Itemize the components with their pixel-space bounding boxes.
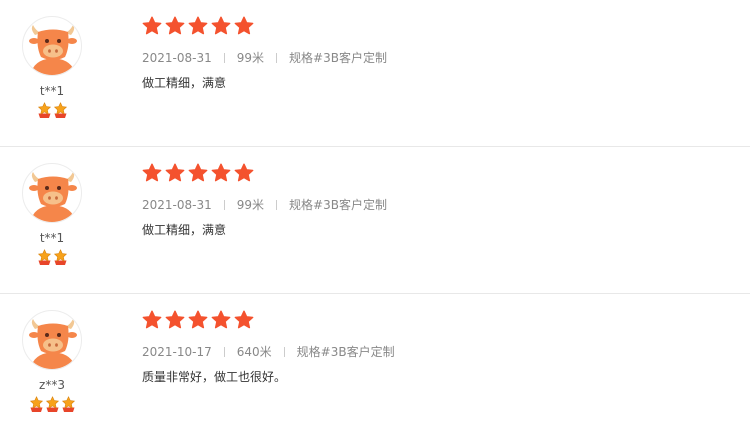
meta-separator <box>283 347 285 357</box>
review-item: z**3 2021-10-17 640米 规格#3B客户定制 质量非常好，做工也… <box>0 294 750 440</box>
review-content: 2021-08-31 99米 规格#3B客户定制 做工精细，满意 <box>142 16 740 92</box>
avatar[interactable] <box>22 163 82 223</box>
star-icon <box>234 16 254 36</box>
review-meta: 2021-10-17 640米 规格#3B客户定制 <box>142 344 740 360</box>
meta-separator <box>276 53 278 63</box>
review-item: t**1 2021-08-31 99米 规格#3B客户定制 做工精细，满意 <box>0 147 750 294</box>
review-text: 质量非常好，做工也很好。 <box>142 370 287 384</box>
star-icon <box>165 16 185 36</box>
meta-separator <box>223 200 225 210</box>
ox-mascot-avatar <box>29 319 77 369</box>
star-rating <box>142 310 740 330</box>
reviewer-username: z**3 <box>39 378 65 392</box>
level-medal-icon <box>53 249 68 266</box>
purchase-length: 640米 <box>236 345 272 359</box>
review-text: 做工精细，满意 <box>142 223 227 237</box>
level-medal-icon <box>37 102 52 119</box>
review-date: 2021-08-31 <box>142 198 212 212</box>
star-icon <box>188 16 208 36</box>
star-icon <box>211 310 231 330</box>
star-icon <box>188 163 208 183</box>
level-medal-icon <box>29 396 44 413</box>
review-date: 2021-10-17 <box>142 345 212 359</box>
ox-mascot-avatar <box>29 172 77 222</box>
ox-mascot-avatar <box>29 25 77 75</box>
meta-separator <box>223 53 225 63</box>
reviewer-info: t**1 <box>21 16 83 119</box>
star-icon <box>188 310 208 330</box>
level-medal-icon <box>61 396 76 413</box>
level-medal-icon <box>37 249 52 266</box>
review-meta: 2021-08-31 99米 规格#3B客户定制 <box>142 197 740 213</box>
review-text: 做工精细，满意 <box>142 76 227 90</box>
purchase-spec: 规格#3B客户定制 <box>289 198 387 212</box>
level-medal-icon <box>53 102 68 119</box>
star-icon <box>211 163 231 183</box>
reviewer-info: z**3 <box>21 310 83 413</box>
level-medal-icon <box>45 396 60 413</box>
star-rating <box>142 16 740 36</box>
reviewer-level <box>21 396 83 413</box>
review-meta: 2021-08-31 99米 规格#3B客户定制 <box>142 50 740 66</box>
review-item: t**1 2021-08-31 99米 规格#3B客户定制 做工精细，满意 <box>0 0 750 147</box>
purchase-spec: 规格#3B客户定制 <box>289 51 387 65</box>
reviewer-info: t**1 <box>21 163 83 266</box>
review-content: 2021-10-17 640米 规格#3B客户定制 质量非常好，做工也很好。 <box>142 310 740 386</box>
meta-separator <box>276 200 278 210</box>
avatar[interactable] <box>22 16 82 76</box>
star-rating <box>142 163 740 183</box>
star-icon <box>234 163 254 183</box>
purchase-length: 99米 <box>236 51 265 65</box>
reviewer-level <box>21 102 83 119</box>
star-icon <box>165 310 185 330</box>
review-content: 2021-08-31 99米 规格#3B客户定制 做工精细，满意 <box>142 163 740 239</box>
star-icon <box>211 16 231 36</box>
review-date: 2021-08-31 <box>142 51 212 65</box>
reviewer-level <box>21 249 83 266</box>
purchase-spec: 规格#3B客户定制 <box>296 345 395 359</box>
star-icon <box>234 310 254 330</box>
reviewer-username: t**1 <box>39 231 65 245</box>
avatar[interactable] <box>22 310 82 370</box>
star-icon <box>142 163 162 183</box>
reviewer-username: t**1 <box>39 84 65 98</box>
review-list: t**1 2021-08-31 99米 规格#3B客户定制 做工精细，满意 t*… <box>0 0 750 440</box>
star-icon <box>142 310 162 330</box>
meta-separator <box>223 347 225 357</box>
purchase-length: 99米 <box>236 198 265 212</box>
star-icon <box>142 16 162 36</box>
star-icon <box>165 163 185 183</box>
